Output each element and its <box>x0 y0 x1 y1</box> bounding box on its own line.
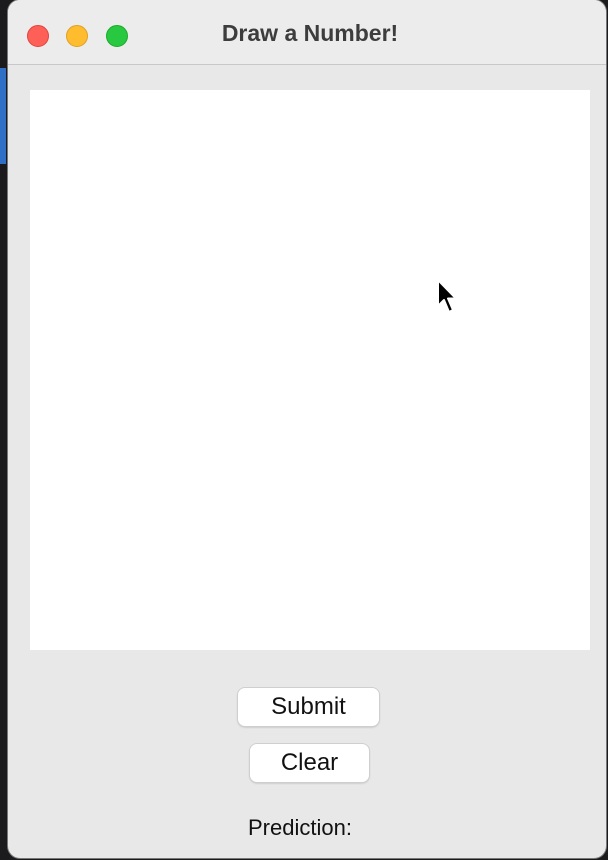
drawing-canvas[interactable] <box>30 90 590 650</box>
prediction-label: Prediction: <box>248 815 352 840</box>
background-window-edge <box>0 68 6 164</box>
prediction-output: Prediction: <box>248 815 352 841</box>
window-title: Draw a Number! <box>221 20 399 46</box>
clear-button[interactable]: Clear <box>250 744 369 782</box>
submit-button[interactable]: Submit <box>238 688 379 726</box>
title-bar[interactable]: Draw a Number! <box>8 0 606 65</box>
app-window: Draw a Number! Submit Clear Prediction: <box>8 0 606 858</box>
mouse-pointer-icon <box>437 279 457 313</box>
